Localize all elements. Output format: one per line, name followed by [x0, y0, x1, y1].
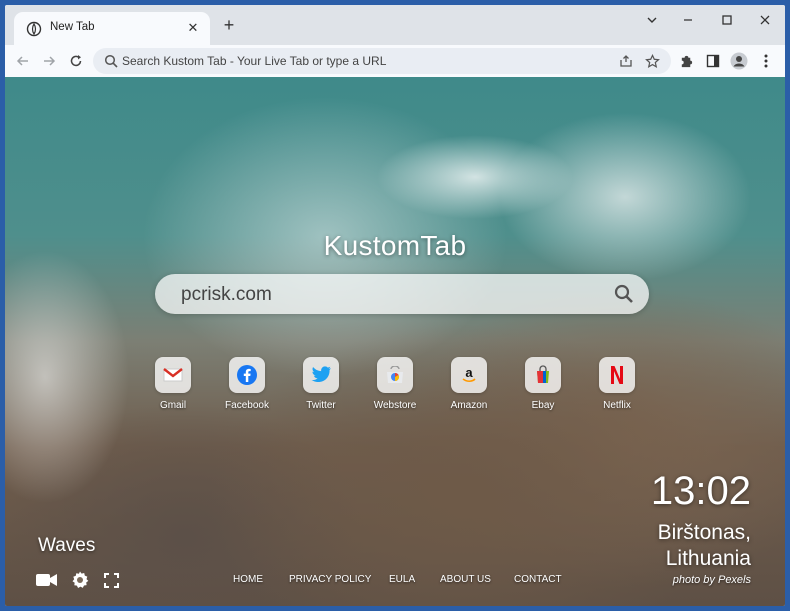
clock: 13:02: [650, 469, 751, 513]
theme-name: Waves: [38, 535, 96, 556]
fullscreen-icon[interactable]: [100, 569, 122, 591]
search-input[interactable]: pcrisk.com: [181, 284, 272, 306]
footer-link-privacy-policy[interactable]: PRIVACY POLICY: [289, 574, 371, 585]
amazon-icon: a: [451, 357, 487, 393]
forward-arrow-icon[interactable]: [37, 49, 61, 73]
browser-toolbar: Search Kustom Tab - Your Live Tab or typ…: [5, 45, 785, 78]
search-icon: [104, 54, 118, 68]
shortcut-label: Twitter: [306, 400, 336, 411]
video-camera-icon[interactable]: [36, 569, 58, 591]
title-bar: New Tab ✕ +: [5, 5, 785, 45]
tab-new-tab[interactable]: New Tab ✕: [14, 12, 210, 45]
back-arrow-icon[interactable]: [11, 49, 35, 73]
share-icon[interactable]: [617, 52, 635, 70]
kustomtab-favicon-icon: [26, 21, 42, 37]
shortcut-webstore[interactable]: Webstore: [360, 357, 430, 411]
shortcut-ebay[interactable]: Ebay: [508, 357, 578, 411]
location: Birštonas, Lithuania: [658, 520, 751, 572]
kebab-menu-icon[interactable]: [755, 50, 777, 72]
shortcut-netflix[interactable]: Netflix: [582, 357, 652, 411]
tab-title: New Tab: [50, 21, 95, 33]
gear-icon[interactable]: [69, 569, 91, 591]
tab-search-chevron-down-icon[interactable]: [635, 9, 669, 31]
profile-avatar-icon[interactable]: [728, 50, 750, 72]
page-search-box[interactable]: pcrisk.com: [155, 274, 649, 314]
shortcut-label: Webstore: [373, 400, 417, 411]
close-window-button[interactable]: [748, 9, 782, 31]
location-city: Birštonas,: [657, 521, 751, 544]
extensions-puzzle-icon[interactable]: [675, 50, 697, 72]
new-tab-page: KustomTab pcrisk.com Gmail Facebook Twit…: [5, 77, 785, 606]
shortcut-facebook[interactable]: Facebook: [212, 357, 282, 411]
svg-text:a: a: [465, 365, 473, 380]
new-tab-button[interactable]: +: [217, 14, 241, 38]
shortcut-label: Ebay: [531, 400, 555, 411]
footer-link-home[interactable]: HOME: [233, 574, 263, 585]
browser-window: New Tab ✕ + Search Kustom Tab - Your Liv…: [5, 5, 785, 606]
twitter-icon: [303, 357, 339, 393]
minimize-button[interactable]: [671, 9, 705, 31]
tab-close-icon[interactable]: ✕: [184, 19, 202, 37]
address-bar-placeholder: Search Kustom Tab - Your Live Tab or typ…: [122, 54, 387, 68]
webstore-icon: [377, 357, 413, 393]
gmail-icon: [155, 357, 191, 393]
shortcut-twitter[interactable]: Twitter: [286, 357, 356, 411]
shortcut-label: Gmail: [159, 400, 187, 411]
bookmark-star-icon[interactable]: [643, 52, 661, 70]
shortcut-label: Facebook: [225, 400, 269, 411]
side-panel-icon[interactable]: [702, 50, 724, 72]
shortcut-label: Netflix: [603, 400, 631, 411]
maximize-button[interactable]: [710, 9, 744, 31]
location-country: Lithuania: [665, 547, 751, 570]
reload-icon[interactable]: [64, 49, 88, 73]
footer-link-contact[interactable]: CONTACT: [514, 574, 562, 585]
footer-link-about-us[interactable]: ABOUT US: [440, 574, 491, 585]
search-icon[interactable]: [613, 283, 635, 305]
photo-credit[interactable]: photo by Pexels: [673, 574, 751, 586]
address-bar[interactable]: Search Kustom Tab - Your Live Tab or typ…: [93, 48, 671, 74]
shortcut-gmail[interactable]: Gmail: [138, 357, 208, 411]
netflix-icon: [599, 357, 635, 393]
brand-title: KustomTab: [323, 230, 467, 261]
shortcut-label: Amazon: [450, 400, 488, 411]
footer-link-eula[interactable]: EULA: [389, 574, 415, 585]
ebay-icon: [525, 357, 561, 393]
shortcut-amazon[interactable]: a Amazon: [434, 357, 504, 411]
facebook-icon: [229, 357, 265, 393]
